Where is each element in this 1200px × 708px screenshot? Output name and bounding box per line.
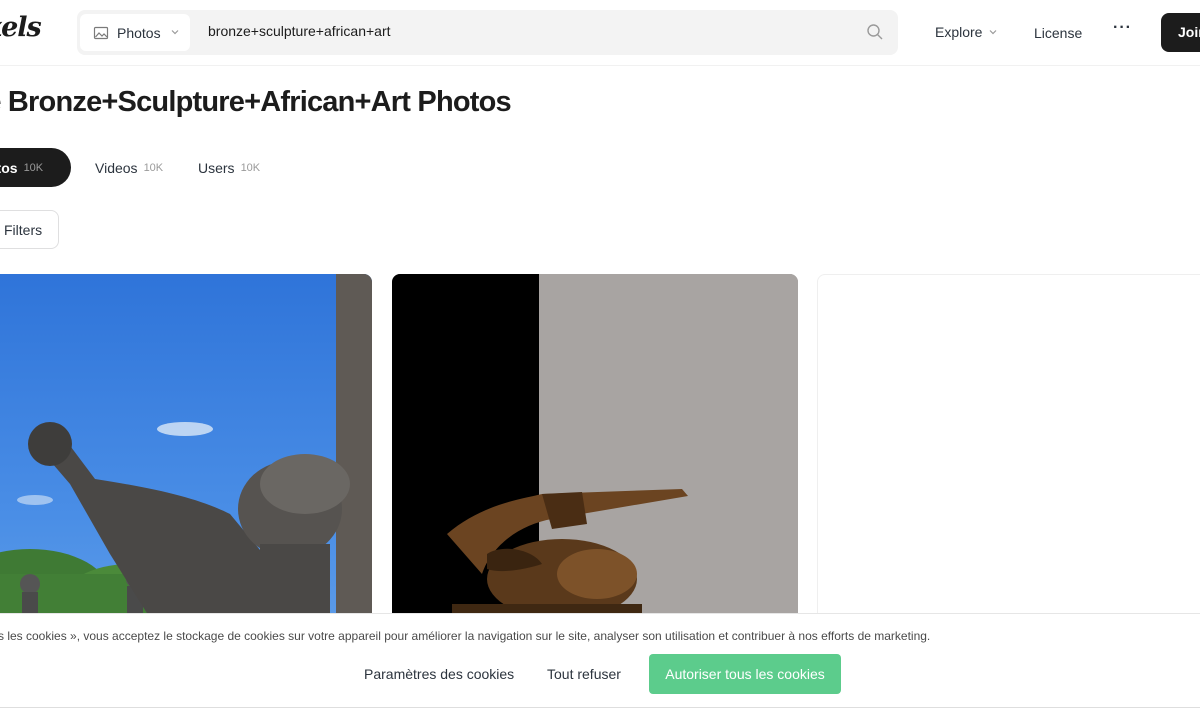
cookie-consent-text: s les cookies », vous acceptez le stocka… — [0, 629, 931, 643]
search-icon[interactable] — [866, 23, 884, 41]
tab-videos[interactable]: Videos 10K — [95, 148, 163, 187]
media-type-select[interactable]: Photos — [80, 14, 190, 51]
media-type-label: Photos — [117, 24, 161, 41]
filters-label: Filters — [4, 222, 43, 238]
nav-explore[interactable]: Explore — [935, 24, 998, 40]
top-header: xels Photos bronze+sculpture+african+art… — [0, 0, 1200, 66]
tab-label: Videos — [95, 159, 138, 176]
tab-users[interactable]: Users 10K — [198, 148, 260, 187]
tab-count: 10K — [240, 161, 261, 174]
more-menu-button[interactable]: ··· — [1113, 19, 1132, 37]
cookie-banner: s les cookies », vous acceptez le stocka… — [0, 613, 1200, 708]
nav-license[interactable]: License — [1034, 25, 1082, 41]
search-input[interactable]: bronze+sculpture+african+art — [208, 23, 391, 39]
image-icon — [93, 25, 109, 41]
nav-explore-label: Explore — [935, 24, 983, 40]
cookie-settings-button[interactable]: Paramètres des cookies — [364, 666, 514, 682]
tab-count: 10K — [23, 161, 44, 174]
chevron-down-icon — [988, 24, 998, 40]
filters-button[interactable]: Filters — [0, 210, 59, 249]
cookie-refuse-button[interactable]: Tout refuser — [547, 666, 621, 682]
search-bar[interactable]: Photos bronze+sculpture+african+art — [77, 10, 898, 55]
cookie-accept-button[interactable]: Autoriser tous les cookies — [649, 654, 841, 694]
tab-label: Users — [198, 159, 235, 176]
tab-label: otos — [0, 159, 18, 176]
tab-count: 10K — [143, 161, 164, 174]
chevron-down-icon — [170, 24, 180, 42]
logo[interactable]: xels — [0, 12, 42, 43]
join-button[interactable]: Join — [1161, 13, 1200, 52]
page-title: ee Bronze+Sculpture+African+Art Photos — [0, 86, 512, 118]
tab-photos[interactable]: otos 10K — [0, 148, 71, 187]
